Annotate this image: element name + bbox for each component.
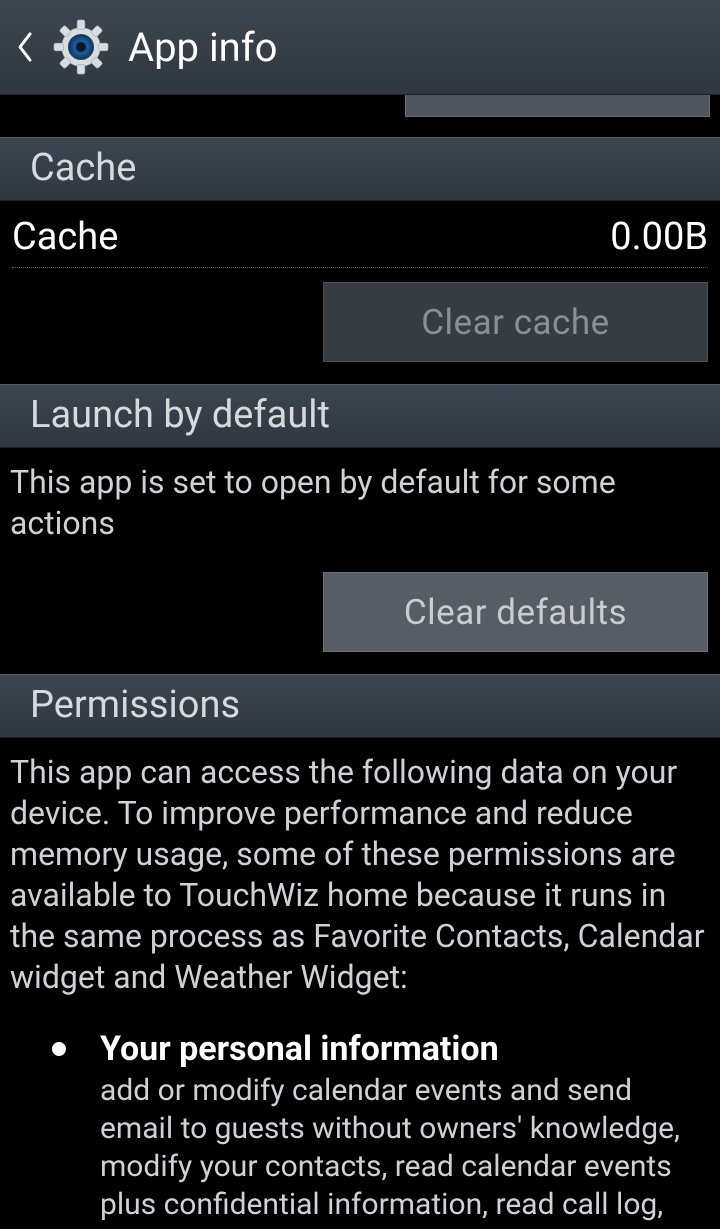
scrolled-off-button-stub: [0, 95, 720, 137]
clear-cache-button[interactable]: Clear cache: [323, 282, 708, 362]
title-bar: App info: [0, 0, 720, 95]
permissions-description: This app can access the following data o…: [0, 738, 720, 1012]
cache-value: 0.00B: [610, 215, 708, 259]
section-header-cache: Cache: [0, 137, 720, 201]
permission-item: Your personal information add or modify …: [12, 1018, 708, 1229]
page-title: App info: [128, 24, 277, 71]
clear-defaults-button[interactable]: Clear defaults: [323, 572, 708, 652]
clear-cache-row: Clear cache: [0, 268, 720, 384]
bullet-icon: [52, 1042, 66, 1056]
clear-defaults-row: Clear defaults: [0, 558, 720, 674]
section-header-launch: Launch by default: [0, 384, 720, 448]
permissions-list: Your personal information add or modify …: [0, 1012, 720, 1229]
cache-label: Cache: [12, 215, 118, 259]
settings-icon: [52, 18, 110, 76]
cache-size-row: Cache 0.00B: [0, 201, 720, 263]
permission-title: Your personal information: [100, 1028, 708, 1070]
permission-detail: add or modify calendar events and send e…: [100, 1072, 708, 1229]
back-button[interactable]: [12, 27, 38, 67]
launch-description: This app is set to open by default for s…: [0, 448, 720, 558]
chevron-left-icon: [16, 32, 34, 62]
section-header-permissions: Permissions: [0, 674, 720, 738]
